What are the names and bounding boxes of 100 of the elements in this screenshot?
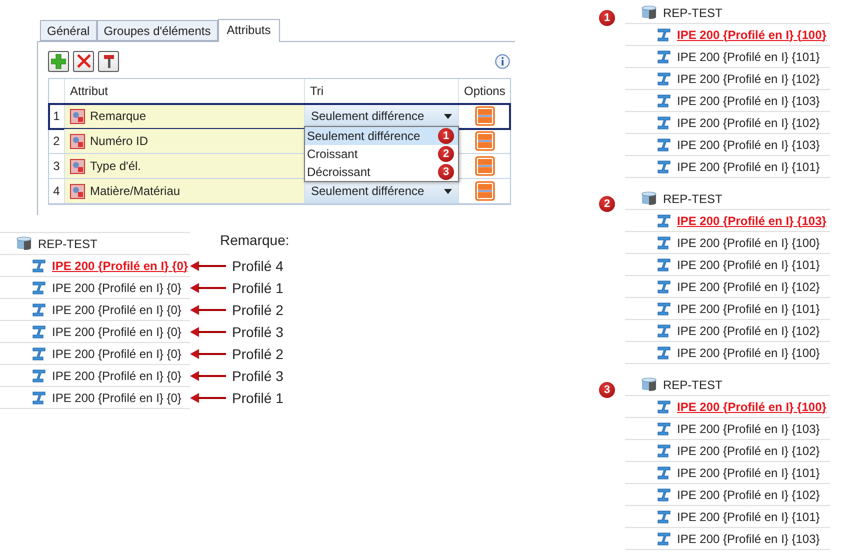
- i-beam-icon: [32, 390, 46, 404]
- i-beam-icon: [657, 422, 671, 436]
- i-beam-icon: [32, 280, 46, 294]
- i-beam-icon: [32, 302, 46, 316]
- tree-item[interactable]: IPE 200 {Profilé en I} {103}: [677, 94, 820, 108]
- tree-item[interactable]: IPE 200 {Profilé en I} {100}: [677, 400, 826, 414]
- tree-item[interactable]: IPE 200 {Profilé en I} {101}: [677, 466, 820, 480]
- tree-item[interactable]: IPE 200 {Profilé en I} {0}: [52, 258, 188, 272]
- close-icon: [76, 54, 90, 68]
- text-number-icon[interactable]: [474, 131, 494, 151]
- attribute-icon: [70, 184, 85, 198]
- database-icon: [641, 191, 657, 206]
- tree-item[interactable]: IPE 200 {Profilé en I} {101}: [677, 160, 820, 174]
- i-beam-icon: [32, 258, 46, 272]
- tree-item[interactable]: IPE 200 {Profilé en I} {102}: [677, 488, 820, 502]
- i-beam-icon: [657, 116, 671, 130]
- database-icon: [16, 236, 32, 251]
- table-row[interactable]: 1 Remarque Seulement différence: [49, 104, 510, 129]
- tree-item[interactable]: IPE 200 {Profilé en I} {101}: [677, 258, 820, 272]
- tree-item[interactable]: IPE 200 {Profilé en I} {0}: [52, 346, 182, 360]
- note: Profilé 4: [231, 258, 284, 274]
- tree-root[interactable]: REP-TEST: [663, 378, 722, 392]
- tree-item[interactable]: IPE 200 {Profilé en I} {102}: [677, 444, 820, 458]
- tree-item[interactable]: IPE 200 {Profilé en I} {102}: [677, 116, 820, 130]
- arrow-icon: [190, 371, 226, 381]
- i-beam-icon: [657, 160, 671, 174]
- tree-root[interactable]: REP-TEST: [663, 6, 722, 20]
- caret-icon: [444, 188, 452, 194]
- tree-root[interactable]: REP-TEST: [38, 236, 98, 250]
- menu-item[interactable]: Décroissant 3: [305, 163, 458, 181]
- attribute-name: Type d'él.: [90, 159, 141, 173]
- i-beam-icon: [657, 258, 671, 272]
- row-number: 4: [52, 183, 61, 200]
- tree-item[interactable]: IPE 200 {Profilé en I} {0}: [52, 324, 182, 338]
- i-beam-icon: [657, 280, 671, 294]
- database-icon: [641, 5, 657, 20]
- number-badge: 1: [438, 128, 454, 144]
- text-number-icon[interactable]: [474, 156, 494, 176]
- note: Profilé 2: [231, 346, 284, 362]
- arrow-icon: [190, 305, 226, 315]
- tree-item[interactable]: IPE 200 {Profilé en I} {101}: [677, 302, 820, 316]
- delete-button[interactable]: [73, 50, 94, 72]
- tree-item[interactable]: IPE 200 {Profilé en I} {102}: [677, 72, 820, 86]
- tree-item[interactable]: IPE 200 {Profilé en I} {101}: [677, 50, 820, 64]
- i-beam-icon: [657, 138, 671, 152]
- number-badge: 3: [438, 164, 454, 180]
- tab[interactable]: Groupes d'éléments: [96, 20, 218, 41]
- table-row[interactable]: 4 Matière/Matériau Seulement différence: [49, 179, 510, 204]
- attribute-icon: [70, 158, 85, 174]
- i-beam-icon: [657, 302, 671, 316]
- i-beam-icon: [657, 236, 671, 250]
- tree-item[interactable]: IPE 200 {Profilé en I} {0}: [52, 280, 182, 294]
- i-beam-icon: [657, 488, 671, 502]
- tree-item[interactable]: IPE 200 {Profilé en I} {103}: [677, 532, 820, 546]
- i-beam-icon: [657, 50, 671, 64]
- number-badge: 3: [599, 382, 615, 398]
- info-icon[interactable]: [495, 54, 510, 68]
- tree-item[interactable]: IPE 200 {Profilé en I} {103}: [677, 138, 820, 152]
- note: Profilé 2: [231, 302, 284, 318]
- attribute-name: Numéro ID: [90, 134, 148, 148]
- text-number-icon[interactable]: [474, 181, 494, 201]
- note: Profilé 1: [231, 390, 284, 406]
- menu-item[interactable]: Croissant 2: [305, 145, 458, 163]
- i-beam-icon: [657, 400, 671, 414]
- note: Profilé 3: [231, 324, 284, 340]
- tool-button[interactable]: [98, 50, 119, 72]
- tab[interactable]: Général: [40, 20, 97, 41]
- i-beam-icon: [657, 444, 671, 458]
- tree-item[interactable]: IPE 200 {Profilé en I} {0}: [52, 390, 182, 404]
- tree-item[interactable]: IPE 200 {Profilé en I} {100}: [677, 28, 826, 42]
- tree-item[interactable]: IPE 200 {Profilé en I} {102}: [677, 280, 820, 294]
- arrow-icon: [190, 327, 226, 337]
- arrow-icon: [190, 261, 226, 271]
- row-number: 1: [52, 108, 61, 125]
- row-number: 3: [52, 158, 61, 175]
- i-beam-icon: [657, 532, 671, 546]
- add-button[interactable]: [48, 50, 69, 72]
- sort-dropdown[interactable]: Seulement différence: [305, 104, 458, 128]
- row-number: 2: [52, 133, 61, 150]
- tree-item[interactable]: IPE 200 {Profilé en I} {103}: [677, 214, 826, 228]
- arrow-icon: [190, 349, 226, 359]
- tree-item[interactable]: IPE 200 {Profilé en I} {101}: [677, 510, 820, 524]
- tree-item[interactable]: IPE 200 {Profilé en I} {102}: [677, 324, 820, 338]
- text-number-icon[interactable]: [474, 106, 494, 126]
- tree-item[interactable]: IPE 200 {Profilé en I} {0}: [52, 302, 182, 316]
- i-beam-icon: [657, 466, 671, 480]
- arrow-icon: [190, 393, 226, 403]
- i-beam-icon: [657, 324, 671, 338]
- tree-item[interactable]: IPE 200 {Profilé en I} {100}: [677, 346, 820, 360]
- menu-item[interactable]: Seulement différence 1: [305, 127, 458, 145]
- number-badge: 2: [599, 196, 615, 212]
- i-beam-icon: [32, 346, 46, 360]
- i-beam-icon: [657, 72, 671, 86]
- caption: Remarque:: [220, 232, 290, 248]
- i-beam-icon: [32, 368, 46, 382]
- tree-item[interactable]: IPE 200 {Profilé en I} {0}: [52, 368, 182, 382]
- tab[interactable]: Attributs: [218, 19, 280, 42]
- tree-root[interactable]: REP-TEST: [663, 192, 722, 206]
- tree-item[interactable]: IPE 200 {Profilé en I} {103}: [677, 422, 820, 436]
- tree-item[interactable]: IPE 200 {Profilé en I} {100}: [677, 236, 820, 250]
